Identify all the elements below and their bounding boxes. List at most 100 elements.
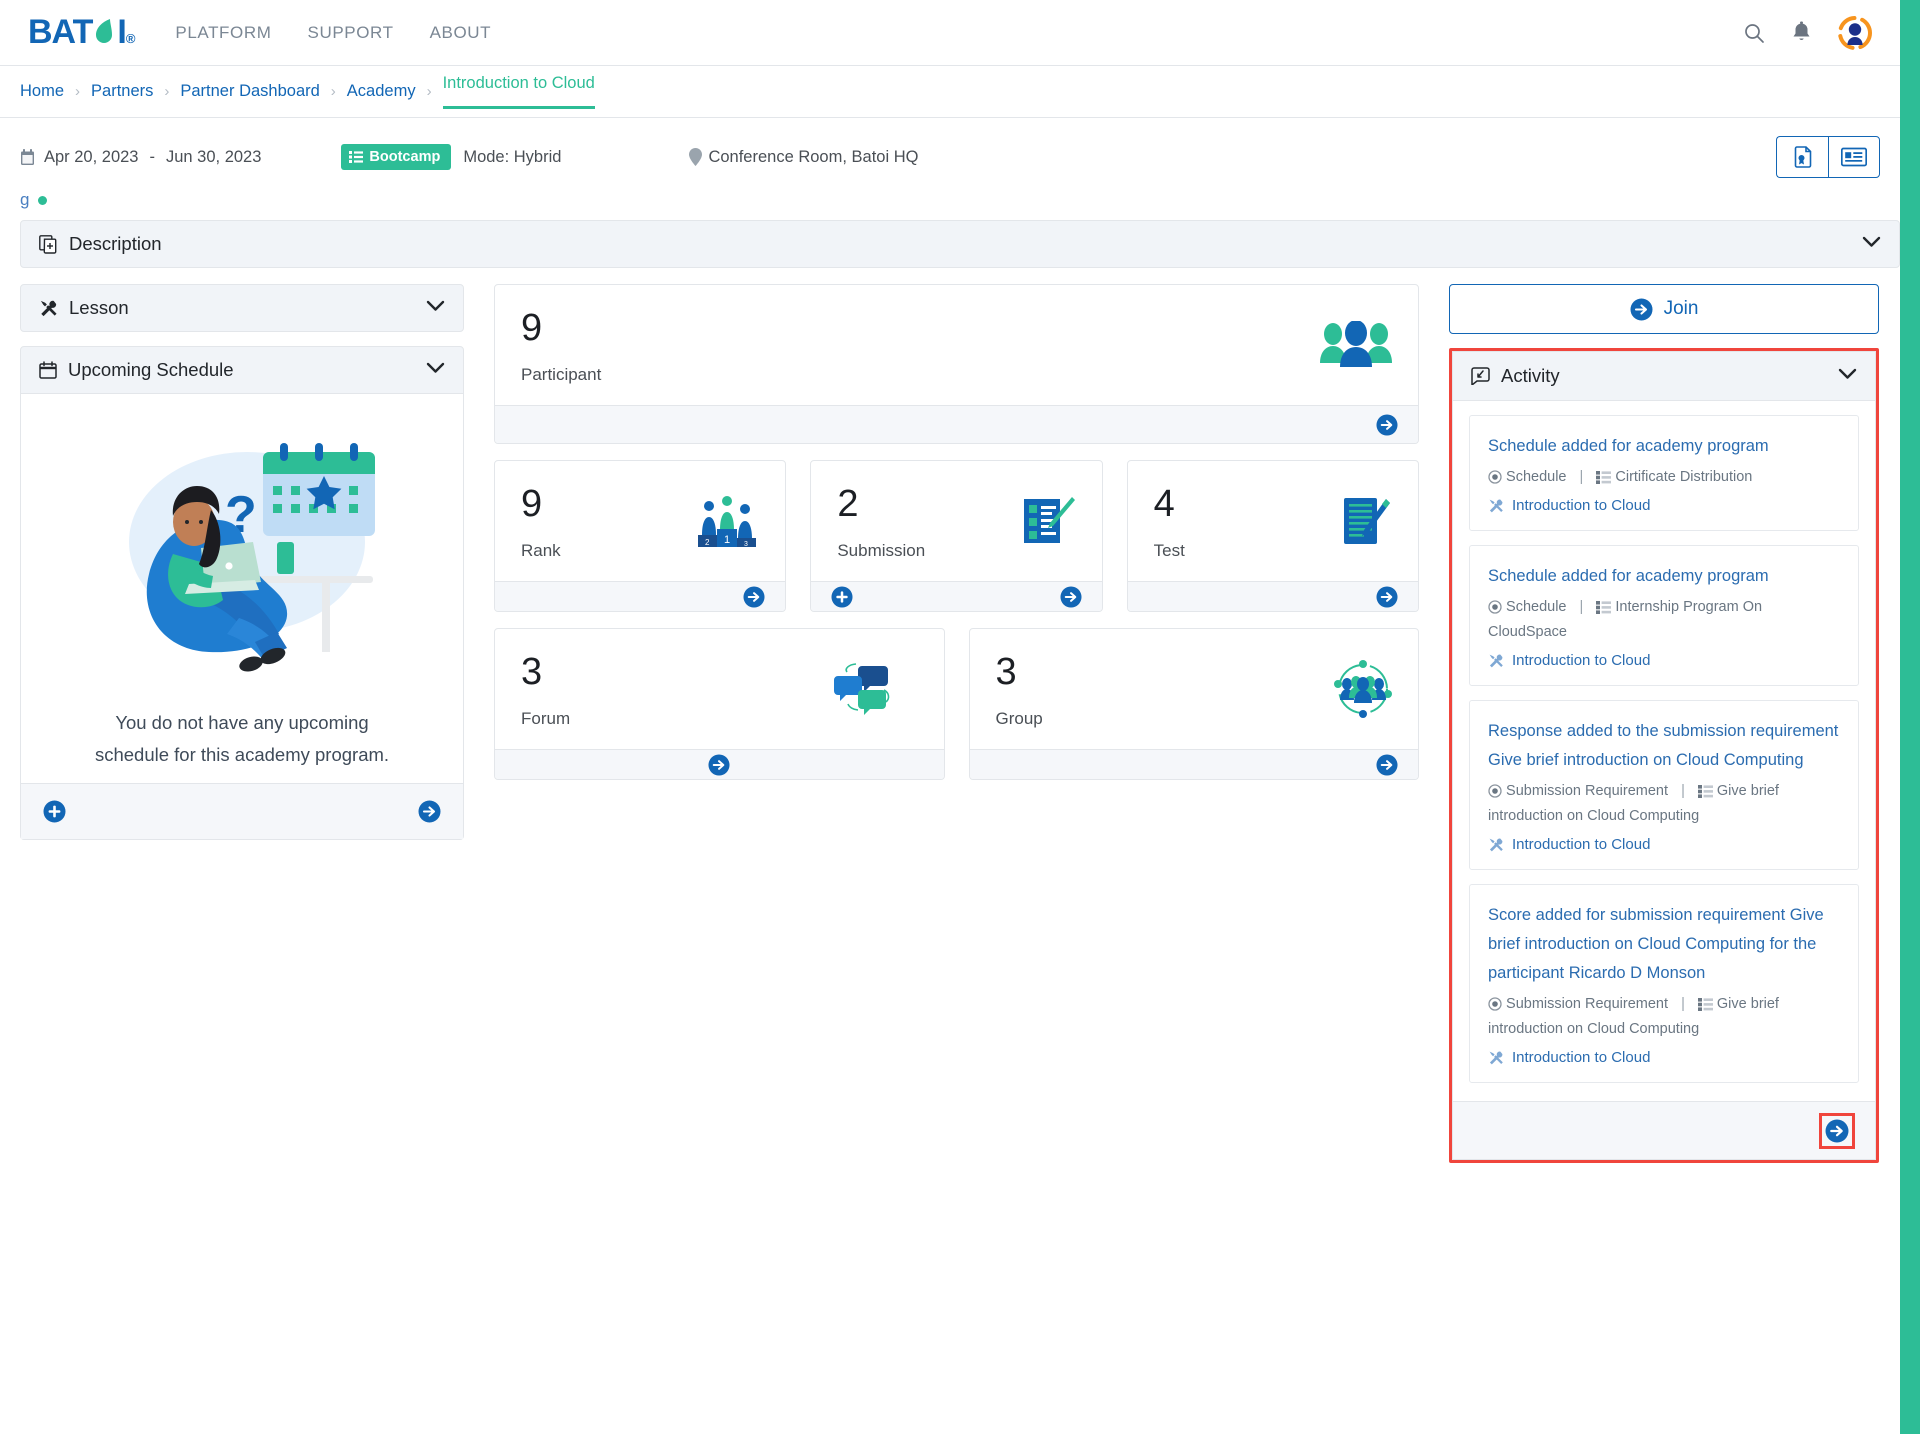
test-value: 4 bbox=[1153, 483, 1175, 525]
rank-next-button[interactable] bbox=[743, 585, 765, 608]
calendar-icon bbox=[20, 148, 35, 166]
breadcrumb-item-partners[interactable]: Partners bbox=[91, 82, 153, 101]
batoi-logo[interactable]: BAT I ® bbox=[28, 13, 135, 52]
activity-item[interactable]: Response added to the submission require… bbox=[1469, 700, 1859, 870]
nav-link-support[interactable]: SUPPORT bbox=[308, 23, 394, 43]
date-dash: - bbox=[149, 147, 156, 166]
participant-label: Participant bbox=[521, 365, 602, 384]
activity-panel-footer bbox=[1452, 1102, 1876, 1160]
breadcrumb-item-partner-dashboard[interactable]: Partner Dashboard bbox=[180, 82, 319, 101]
activity-item[interactable]: Score added for submission requirement G… bbox=[1469, 884, 1859, 1083]
stat-card-forum[interactable]: 3 Forum bbox=[494, 628, 945, 780]
join-button[interactable]: Join bbox=[1449, 284, 1879, 334]
logo-text-i: I bbox=[117, 13, 127, 51]
podium-icon: 1 2 3 bbox=[695, 492, 759, 555]
document-add-icon bbox=[39, 234, 58, 254]
breadcrumb-item-academy[interactable]: Academy bbox=[347, 82, 416, 101]
nav-link-platform[interactable]: PLATFORM bbox=[175, 23, 271, 43]
radio-dot-icon bbox=[1488, 784, 1502, 798]
activity-item-title[interactable]: Schedule added for academy program bbox=[1488, 562, 1840, 591]
activity-meta-separator: | bbox=[1579, 469, 1584, 485]
radio-dot-icon bbox=[1488, 470, 1502, 484]
activity-item-program-link[interactable]: Introduction to Cloud bbox=[1488, 836, 1840, 853]
stat-card-submission[interactable]: 2 Submission bbox=[810, 460, 1103, 612]
activity-item-meta: Submission Requirement | Give brief intr… bbox=[1488, 779, 1840, 829]
description-section: Description bbox=[0, 220, 1920, 268]
stat-card-test[interactable]: 4 Test bbox=[1126, 460, 1419, 612]
activity-next-button[interactable] bbox=[1825, 1119, 1849, 1143]
forum-value: 3 bbox=[521, 651, 543, 693]
activity-item-type: Submission Requirement bbox=[1506, 996, 1669, 1012]
list-icon bbox=[349, 151, 364, 163]
lesson-title: Lesson bbox=[69, 297, 129, 318]
certificate-button[interactable] bbox=[1776, 136, 1828, 178]
breadcrumb-item-home[interactable]: Home bbox=[20, 82, 64, 101]
activity-program-name: Introduction to Cloud bbox=[1512, 652, 1651, 669]
bell-icon[interactable] bbox=[1791, 21, 1812, 44]
id-card-button[interactable] bbox=[1828, 136, 1880, 178]
schedule-next-button[interactable] bbox=[418, 800, 441, 823]
program-status-line: g bbox=[0, 182, 1920, 220]
rank-card-body: 9 Rank 1 2 3 bbox=[495, 461, 785, 581]
group-label: Group bbox=[995, 709, 1043, 728]
right-column: Join Activity Schedule added for academy… bbox=[1449, 284, 1879, 1163]
avatar-icon[interactable] bbox=[1838, 15, 1872, 50]
activity-item-program-link[interactable]: Introduction to Cloud bbox=[1488, 497, 1840, 514]
test-card-body: 4 Test bbox=[1128, 461, 1418, 581]
stat-card-group[interactable]: 3 Group bbox=[968, 628, 1419, 780]
chevron-down-icon[interactable] bbox=[426, 299, 445, 317]
activity-item-title[interactable]: Response added to the submission require… bbox=[1488, 717, 1840, 775]
submission-next-button[interactable] bbox=[1060, 585, 1082, 608]
stats-row-two: 9 Rank 1 2 3 2 Submission 4 Test bbox=[494, 460, 1419, 612]
test-next-button[interactable] bbox=[1376, 585, 1398, 608]
nav-link-about[interactable]: ABOUT bbox=[430, 23, 492, 43]
activity-item-meta: Submission Requirement | Give brief intr… bbox=[1488, 992, 1840, 1042]
svg-text:2: 2 bbox=[705, 538, 710, 547]
document-pen-icon bbox=[1336, 493, 1392, 554]
lesson-accordion-header[interactable]: Lesson bbox=[20, 284, 464, 332]
activity-accordion-header[interactable]: Activity bbox=[1452, 351, 1876, 401]
search-icon[interactable] bbox=[1743, 22, 1765, 44]
chevron-down-icon[interactable] bbox=[426, 361, 445, 379]
activity-item[interactable]: Schedule added for academy program Sched… bbox=[1469, 415, 1859, 531]
activity-meta-separator: | bbox=[1579, 599, 1584, 615]
participant-text-group: 9 Participant bbox=[521, 309, 601, 385]
chevron-down-icon[interactable] bbox=[1838, 367, 1857, 385]
activity-item-program-link[interactable]: Introduction to Cloud bbox=[1488, 652, 1840, 669]
description-accordion-header[interactable]: Description bbox=[20, 220, 1900, 268]
forum-next-button[interactable] bbox=[708, 753, 730, 776]
activity-item[interactable]: Schedule added for academy program Sched… bbox=[1469, 545, 1859, 686]
breadcrumb: Home › Partners › Partner Dashboard › Ac… bbox=[0, 66, 1900, 118]
forum-label: Forum bbox=[521, 709, 571, 728]
add-submission-button[interactable] bbox=[831, 585, 853, 608]
upcoming-schedule-accordion-header[interactable]: Upcoming Schedule bbox=[20, 346, 464, 394]
activity-item-title[interactable]: Schedule added for academy program bbox=[1488, 432, 1840, 461]
activity-title-group: Activity bbox=[1471, 365, 1560, 387]
activity-item-program-link[interactable]: Introduction to Cloud bbox=[1488, 1049, 1840, 1066]
checklist-pen-icon bbox=[1020, 493, 1076, 554]
activity-comment-icon bbox=[1471, 367, 1490, 385]
tools-icon bbox=[1488, 653, 1504, 669]
join-label: Join bbox=[1663, 298, 1699, 319]
badge-label: Bootcamp bbox=[369, 149, 441, 165]
activity-program-name: Introduction to Cloud bbox=[1512, 1049, 1651, 1066]
activity-item-type: Submission Requirement bbox=[1506, 783, 1669, 799]
breadcrumb-item-current: Introduction to Cloud bbox=[442, 74, 595, 109]
rank-text-group: 9 Rank bbox=[521, 485, 561, 561]
add-schedule-button[interactable] bbox=[43, 800, 66, 823]
page-edge-strip bbox=[1900, 0, 1920, 1434]
activity-item-target: Cirtificate Distribution bbox=[1615, 469, 1753, 485]
list-lines-icon bbox=[1596, 470, 1612, 484]
activity-item-type: Schedule bbox=[1506, 599, 1567, 615]
stat-card-rank[interactable]: 9 Rank 1 2 3 bbox=[494, 460, 787, 612]
schedule-title: Upcoming Schedule bbox=[68, 359, 234, 380]
program-date-range: Apr 20, 2023 - Jun 30, 2023 bbox=[20, 148, 261, 167]
activity-item-title[interactable]: Score added for submission requirement G… bbox=[1488, 901, 1840, 988]
submission-text-group: 2 Submission bbox=[837, 485, 925, 561]
participant-next-button[interactable] bbox=[1376, 413, 1398, 436]
top-navigation-bar: BAT I ® PLATFORM SUPPORT ABOUT bbox=[0, 0, 1900, 66]
group-next-button[interactable] bbox=[1376, 753, 1398, 776]
rank-value: 9 bbox=[521, 483, 543, 525]
stat-card-participant[interactable]: 9 Participant bbox=[494, 284, 1419, 444]
chevron-down-icon[interactable] bbox=[1862, 235, 1881, 253]
